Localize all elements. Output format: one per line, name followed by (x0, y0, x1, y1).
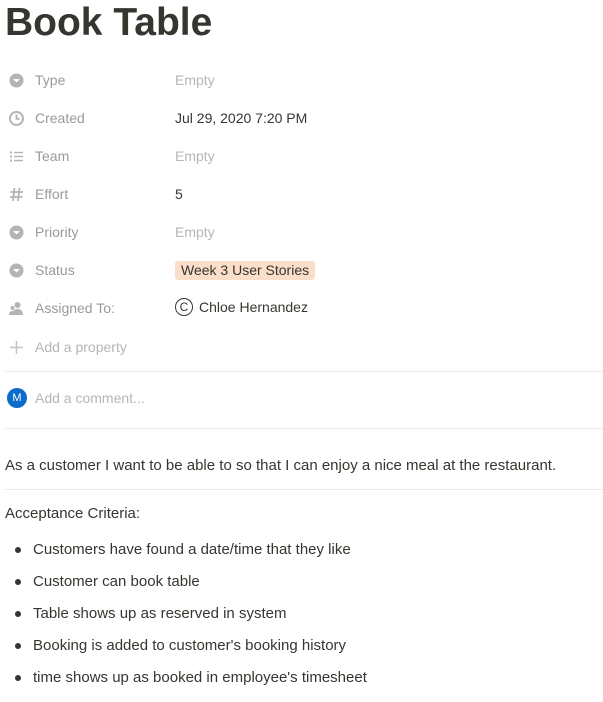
bullet-icon (15, 675, 21, 681)
list-item-text: Table shows up as reserved in system (33, 605, 287, 622)
list-item-text: time shows up as booked in employee's ti… (33, 669, 367, 686)
add-property-button[interactable]: Add a property (0, 330, 603, 364)
clock-icon (9, 111, 24, 126)
list-item[interactable]: Booking is added to customer's booking h… (5, 629, 595, 661)
divider (5, 428, 603, 429)
list-icon (10, 151, 23, 162)
bullet-icon (15, 643, 21, 649)
comment-input[interactable] (35, 389, 595, 407)
bullet-icon (15, 611, 21, 617)
property-row-team[interactable]: Team Empty (0, 139, 603, 173)
property-label-priority: Priority (35, 224, 79, 240)
bullet-icon (15, 579, 21, 585)
avatar: M (7, 388, 27, 408)
property-row-effort[interactable]: Effort 5 (0, 177, 603, 211)
property-value-team[interactable]: Empty (175, 147, 215, 165)
list-item-text: Customers have found a date/time that th… (33, 541, 351, 558)
property-label-assigned-to: Assigned To: (35, 300, 115, 316)
property-label-created: Created (35, 110, 85, 126)
list-item-text: Customer can book table (33, 573, 200, 590)
assignee-name: Chloe Hernandez (199, 299, 308, 315)
select-icon (9, 263, 24, 278)
user-story-text[interactable]: As a customer I want to be able to so th… (5, 456, 556, 476)
list-item[interactable]: Table shows up as reserved in system (5, 597, 595, 629)
property-label-status: Status (35, 262, 75, 278)
person-icon (9, 302, 23, 315)
property-value-priority[interactable]: Empty (175, 223, 215, 241)
list-item[interactable]: Customer can book table (5, 565, 595, 597)
add-property-label: Add a property (35, 339, 127, 355)
acceptance-criteria-heading[interactable]: Acceptance Criteria: (5, 504, 140, 524)
page-title[interactable]: Book Table (5, 0, 212, 46)
property-value-effort[interactable]: 5 (175, 185, 183, 203)
number-icon (10, 187, 23, 202)
notion-page: Book Table Type Empty Created Jul 29, 20… (0, 0, 603, 702)
property-label-effort: Effort (35, 186, 69, 202)
property-value-created: Jul 29, 2020 7:20 PM (175, 110, 308, 126)
divider (5, 489, 603, 490)
property-row-created[interactable]: Created Jul 29, 2020 7:20 PM (0, 101, 603, 135)
status-tag[interactable]: Week 3 User Stories (175, 261, 316, 280)
property-row-status[interactable]: Status Week 3 User Stories (0, 253, 603, 287)
divider (5, 371, 603, 372)
property-row-type[interactable]: Type Empty (0, 63, 603, 97)
property-value-type[interactable]: Empty (175, 71, 215, 89)
property-row-priority[interactable]: Priority Empty (0, 215, 603, 249)
list-item[interactable]: time shows up as booked in employee's ti… (5, 661, 595, 693)
avatar: C (175, 298, 193, 316)
list-item-text: Booking is added to customer's booking h… (33, 637, 347, 654)
property-label-type: Type (35, 72, 66, 88)
bullet-icon (15, 547, 21, 553)
select-icon (9, 225, 24, 240)
select-icon (9, 73, 24, 88)
assignee[interactable]: C Chloe Hernandez (175, 298, 308, 316)
acceptance-criteria-list: Customers have found a date/time that th… (5, 533, 595, 693)
property-label-team: Team (35, 148, 70, 164)
property-row-assigned-to[interactable]: Assigned To: C Chloe Hernandez (0, 291, 603, 325)
plus-icon (10, 341, 23, 354)
list-item[interactable]: Customers have found a date/time that th… (5, 533, 595, 565)
